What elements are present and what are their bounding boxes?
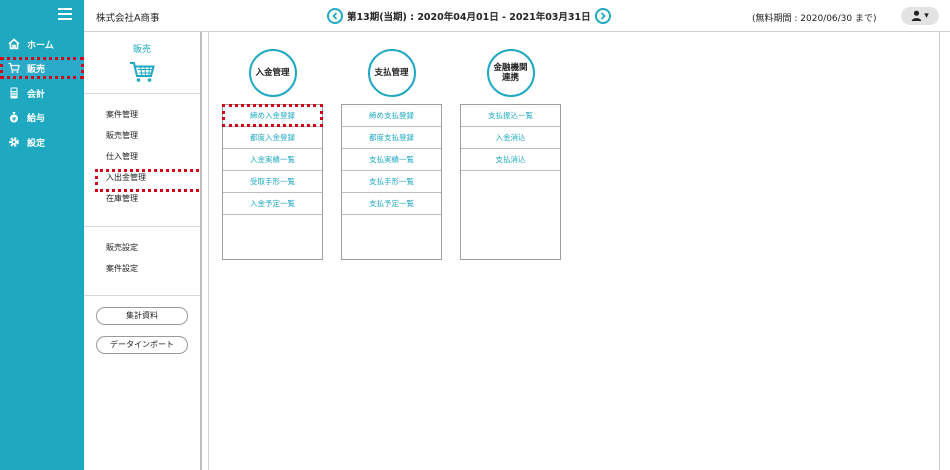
bank-integration-card: 金融機関 連携 支払振込一覧 入金消込 支払消込 xyxy=(460,49,561,260)
menu-link-deposit-reconciliation[interactable]: 入金消込 xyxy=(461,127,560,149)
sub-item-sales-settings[interactable]: 販売設定 xyxy=(84,237,200,258)
deposit-management-card: 入金管理 締め入金登録 都度入金登録 入金実績一覧 受取手形一覧 入金予定一覧 xyxy=(222,49,323,260)
menu-link-deposit-results[interactable]: 入金実績一覧 xyxy=(223,149,322,171)
calculator-icon xyxy=(8,87,20,99)
sub-item-cash-management[interactable]: 入出金管理 xyxy=(84,167,205,192)
fiscal-period-switcher: 第13期(当期) : 2020年04月01日 - 2021年03月31日 xyxy=(327,8,611,24)
top-header: 株式会社A商事 第13期(当期) : 2020年04月01日 - 2021年03… xyxy=(84,0,950,32)
home-icon xyxy=(8,38,20,50)
svg-text:¥: ¥ xyxy=(12,117,16,123)
nav-item-label: 設定 xyxy=(27,138,46,149)
sub-item-purchase-management[interactable]: 仕入管理 xyxy=(84,146,200,167)
menu-link-closing-payment-entry[interactable]: 締め支払登録 xyxy=(342,105,441,127)
money-bag-icon: ¥ xyxy=(8,111,20,123)
card-menu: 支払振込一覧 入金消込 支払消込 xyxy=(460,104,561,260)
card-menu: 締め入金登録 都度入金登録 入金実績一覧 受取手形一覧 入金予定一覧 xyxy=(222,104,323,260)
nav-item-settings[interactable]: 設定 xyxy=(0,131,84,153)
sales-menu-group-2: 販売設定 案件設定 xyxy=(84,227,200,296)
nav-item-label: ホーム xyxy=(27,40,54,51)
sub-item-sales-management[interactable]: 販売管理 xyxy=(84,125,200,146)
cart-icon xyxy=(8,62,20,74)
card-title: 入金管理 xyxy=(248,49,297,97)
nav-item-accounting[interactable]: 会計 xyxy=(0,82,84,104)
nav-item-label: 給与 xyxy=(27,113,46,124)
gear-icon xyxy=(8,136,20,148)
menu-link-received-notes[interactable]: 受取手形一覧 xyxy=(223,171,322,193)
sub-item-project-management[interactable]: 案件管理 xyxy=(84,104,200,125)
sales-sidebar: 販売 案件管理 販売管理 仕入管理 入出金管理 在庫管理 販売設定 案件設定 集… xyxy=(84,32,205,470)
cart-icon xyxy=(129,61,155,83)
company-name: 株式会社A商事 xyxy=(96,13,160,24)
menu-link-payment-transfers[interactable]: 支払振込一覧 xyxy=(461,105,560,127)
card-title: 金融機関 連携 xyxy=(486,49,535,97)
sub-item-project-settings[interactable]: 案件設定 xyxy=(84,258,200,279)
menu-link-payment-notes[interactable]: 支払手形一覧 xyxy=(342,171,441,193)
menu-toggle-icon[interactable] xyxy=(58,8,72,20)
menu-link-each-payment-entry[interactable]: 都度支払登録 xyxy=(342,127,441,149)
content-panel: 入金管理 締め入金登録 都度入金登録 入金実績一覧 受取手形一覧 入金予定一覧 … xyxy=(208,32,940,470)
sales-sidebar-title: 販売 xyxy=(132,45,151,55)
menu-link-each-deposit-entry[interactable]: 都度入金登録 xyxy=(223,127,322,149)
card-title: 支払管理 xyxy=(367,49,416,97)
user-menu-button[interactable]: ▾ xyxy=(901,7,939,25)
user-icon xyxy=(911,10,922,23)
main-content: 入金管理 締め入金登録 都度入金登録 入金実績一覧 受取手形一覧 入金予定一覧 … xyxy=(201,32,950,470)
sales-sidebar-header: 販売 xyxy=(84,32,200,94)
payment-management-card: 支払管理 締め支払登録 都度支払登録 支払実績一覧 支払手形一覧 支払予定一覧 xyxy=(341,49,442,260)
sales-menu-group-1: 案件管理 販売管理 仕入管理 入出金管理 在庫管理 xyxy=(84,94,205,227)
previous-period-button[interactable] xyxy=(327,8,343,24)
free-period-text: (無料期間 : 2020/06/30 まで) xyxy=(752,14,877,24)
menu-link-closing-deposit-entry[interactable]: 締め入金登録 xyxy=(222,104,323,127)
menu-link-payment-results[interactable]: 支払実績一覧 xyxy=(342,149,441,171)
nav-item-label: 会計 xyxy=(27,89,46,100)
fiscal-period-label: 第13期(当期) : 2020年04月01日 - 2021年03月31日 xyxy=(347,12,591,23)
menu-link-payment-reconciliation[interactable]: 支払消込 xyxy=(461,149,560,171)
summary-report-button[interactable]: 集計資料 xyxy=(96,307,188,325)
nav-item-payroll[interactable]: ¥ 給与 xyxy=(0,106,84,128)
chevron-down-icon: ▾ xyxy=(924,11,929,21)
nav-item-home[interactable]: ホーム xyxy=(0,33,84,55)
card-menu: 締め支払登録 都度支払登録 支払実績一覧 支払手形一覧 支払予定一覧 xyxy=(341,104,442,260)
main-nav: ホーム 販売 会計 ¥ 給与 設定 xyxy=(0,0,84,470)
menu-link-deposit-schedule[interactable]: 入金予定一覧 xyxy=(223,193,322,215)
menu-link-payment-schedule[interactable]: 支払予定一覧 xyxy=(342,193,441,215)
sub-item-inventory-management[interactable]: 在庫管理 xyxy=(84,188,200,209)
data-import-button[interactable]: データインポート xyxy=(96,336,188,354)
nav-item-sales[interactable]: 販売 xyxy=(0,57,84,79)
nav-item-label: 販売 xyxy=(27,64,46,75)
next-period-button[interactable] xyxy=(594,8,611,24)
